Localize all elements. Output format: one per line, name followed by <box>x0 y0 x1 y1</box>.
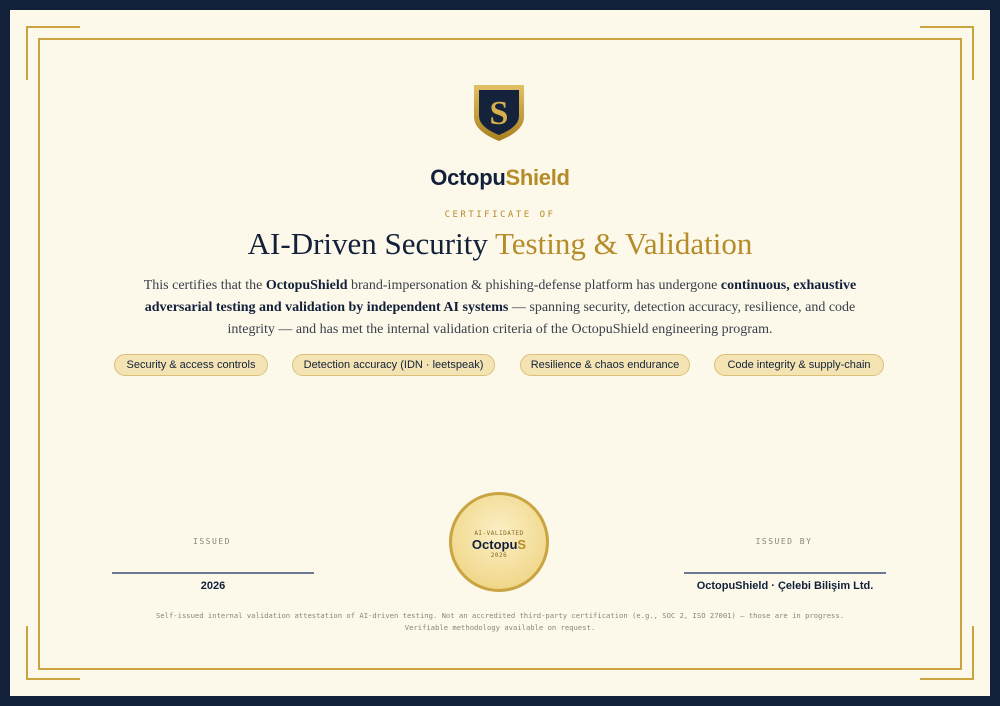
footnote-line-2: Verifiable methodology available on requ… <box>404 623 596 632</box>
title-part1: AI-Driven Security <box>247 226 496 261</box>
pill-code-integrity: Code integrity & supply-chain <box>714 354 884 376</box>
issued-by-label: ISSUED BY <box>755 537 813 546</box>
issued-by-value: OctopuShield · Çelebi Bilişim Ltd. <box>696 580 874 592</box>
certificate-body: This certifies that the OctopuShield bra… <box>120 275 880 341</box>
body-text-2: brand-impersonation & phishing-defense p… <box>347 278 721 293</box>
disclaimer-footnote: Self-issued internal validation attestat… <box>0 610 1000 634</box>
seal-top-text: AI-VALIDATED <box>474 530 524 537</box>
corner-ornament-top-left <box>26 26 80 80</box>
corner-ornament-bottom-right <box>920 626 974 680</box>
body-bold-1: OctopuShield <box>265 278 348 293</box>
shield-logo-letter: S <box>490 95 509 132</box>
shield-logo-icon: S <box>474 85 524 141</box>
certificate-kicker: CERTIFICATE OF <box>444 210 556 220</box>
title-part2: Testing & Validation <box>495 226 753 261</box>
seal-name: OctopuS <box>452 537 546 552</box>
ai-validated-seal: AI-VALIDATED OctopuS 2026 <box>449 492 549 592</box>
corner-ornament-bottom-left <box>26 626 80 680</box>
issued-value: 2026 <box>200 580 226 592</box>
pill-security: Security & access controls <box>114 354 268 376</box>
brand-name-part2: Shield <box>505 165 570 190</box>
corner-ornament-top-right <box>920 26 974 80</box>
seal-year: 2026 <box>490 552 508 559</box>
brand-name-part1: Octopu <box>430 165 506 190</box>
brand-wordmark: OctopuShield <box>0 165 1000 191</box>
footnote-line-1: Self-issued internal validation attestat… <box>155 611 845 620</box>
seal-name-part1: Octopu <box>471 537 518 552</box>
certificate-title: AI-Driven Security Testing & Validation <box>0 226 1000 262</box>
issued-signature-line <box>112 572 314 574</box>
body-text-1: This certifies that the <box>143 278 266 293</box>
pill-detection: Detection accuracy (IDN · leetspeak) <box>292 354 495 376</box>
issued-label: ISSUED <box>193 537 231 546</box>
pill-resilience: Resilience & chaos endurance <box>520 354 690 376</box>
issued-by-signature-line <box>684 572 886 574</box>
validation-pills: Security & access controls Detection acc… <box>0 354 1000 378</box>
seal-name-part2: S <box>517 537 527 552</box>
